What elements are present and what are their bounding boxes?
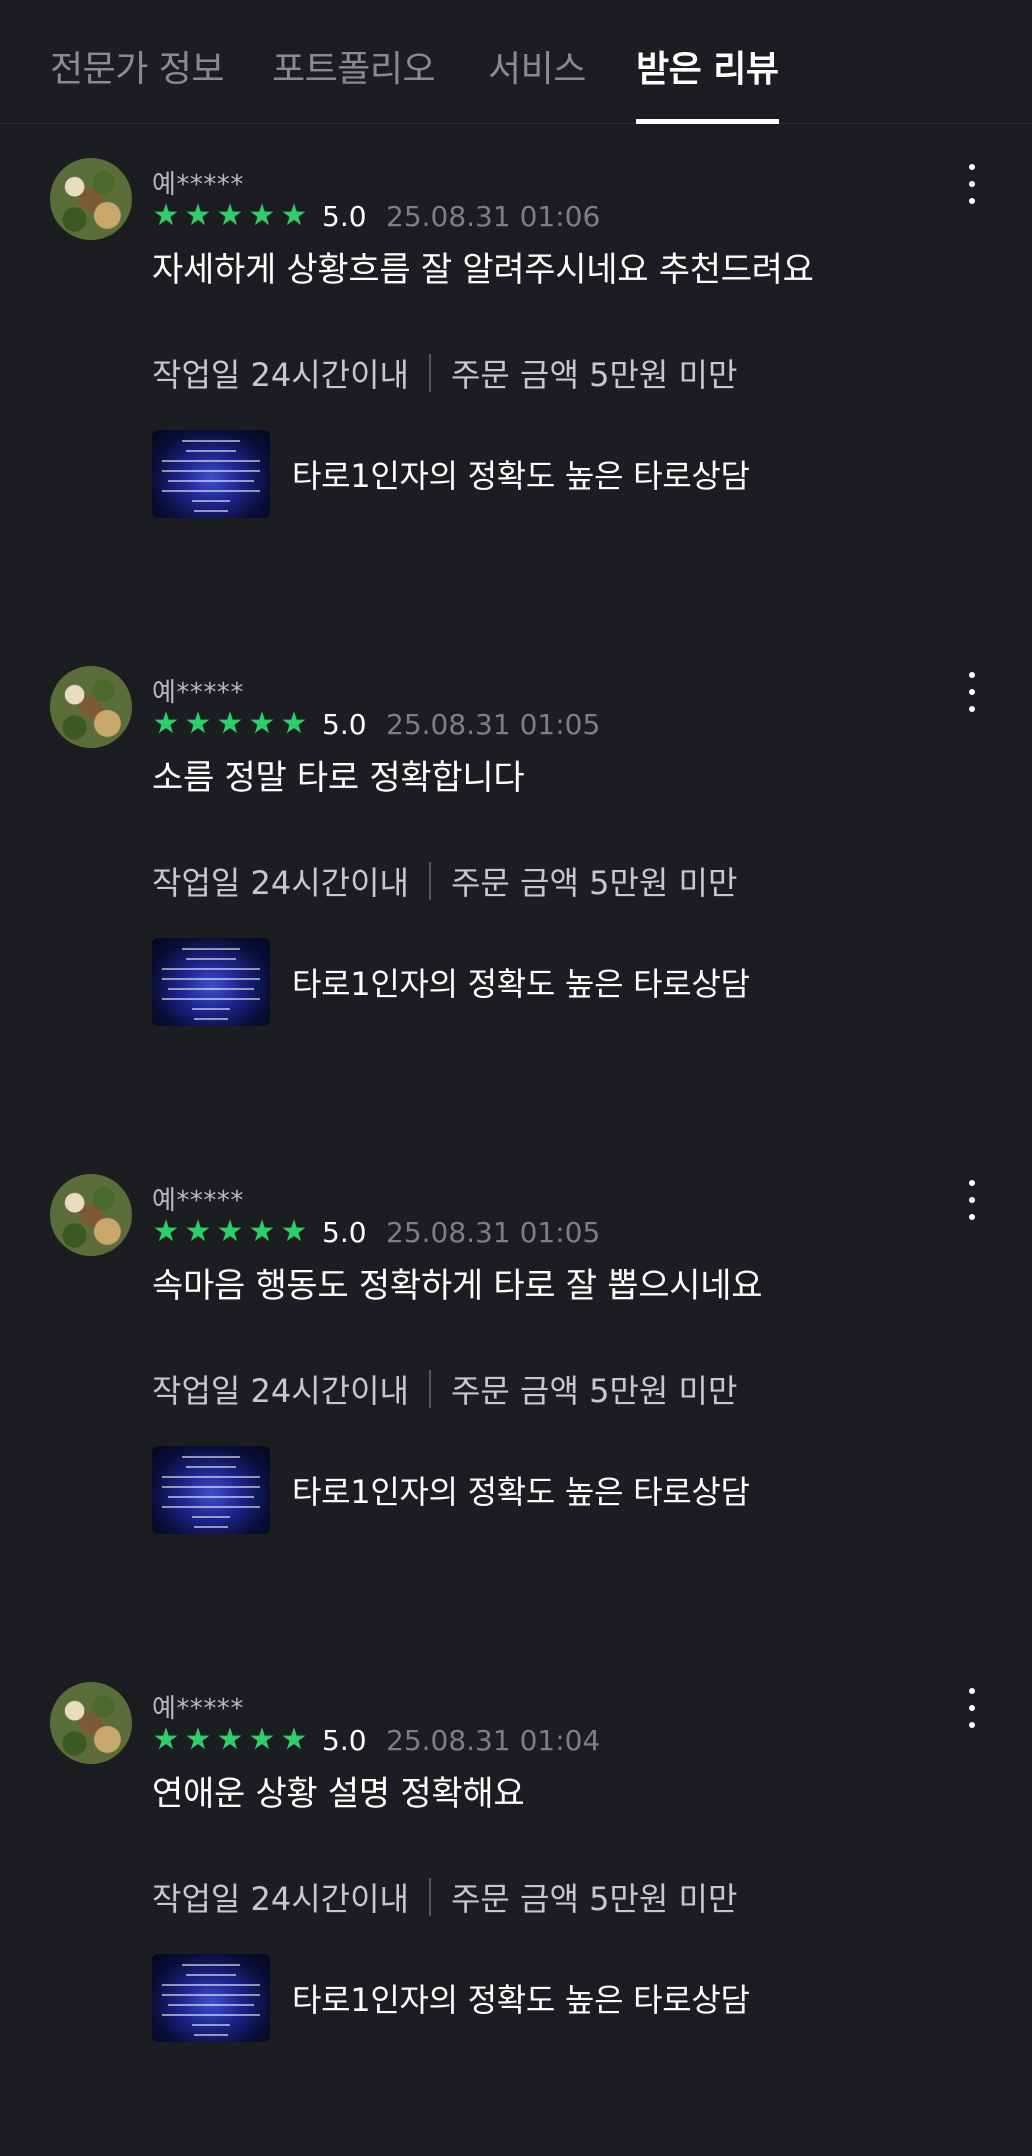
- service-title: 타로1인자의 정확도 높은 타로상담: [292, 1981, 750, 2019]
- review-item: 예***** ★ ★ ★ ★ ★ 5.0 25.08.31 01:04 연애운 상황 설…: [0, 1648, 1032, 2156]
- review-date: 25.08.31 01:04: [386, 1724, 601, 1757]
- star-rating: ★ ★ ★ ★ ★: [152, 706, 308, 741]
- star-icon: ★: [152, 198, 180, 233]
- service-thumbnail: [152, 938, 270, 1026]
- service-thumbnail: [152, 1446, 270, 1534]
- more-options-icon[interactable]: [960, 164, 984, 204]
- tab-expert-info[interactable]: 전문가 정보: [50, 40, 225, 124]
- service-link[interactable]: 타로1인자의 정확도 높은 타로상담: [152, 1446, 750, 1534]
- service-thumbnail: [152, 1954, 270, 2042]
- tab-received-reviews[interactable]: 받은 리뷰: [636, 40, 779, 124]
- service-title: 타로1인자의 정확도 높은 타로상담: [292, 457, 750, 495]
- star-icon: ★: [184, 1214, 212, 1249]
- rating-score: 5.0: [322, 1216, 367, 1249]
- star-icon: ★: [152, 706, 180, 741]
- star-icon: ★: [184, 1722, 212, 1757]
- divider: [428, 862, 431, 900]
- star-rating: ★ ★ ★ ★ ★: [152, 198, 308, 233]
- work-period: 작업일 24시간이내: [152, 1880, 409, 1918]
- more-options-icon[interactable]: [960, 1180, 984, 1220]
- avatar[interactable]: [50, 158, 132, 240]
- star-rating: ★ ★ ★ ★ ★: [152, 1722, 308, 1757]
- star-icon: ★: [248, 1722, 276, 1757]
- star-icon: ★: [248, 706, 276, 741]
- service-link[interactable]: 타로1인자의 정확도 높은 타로상담: [152, 430, 750, 518]
- divider: [428, 1878, 431, 1916]
- star-icon: ★: [152, 1214, 180, 1249]
- star-icon: ★: [216, 1722, 244, 1757]
- order-amount: 주문 금액 5만원 미만: [450, 864, 738, 902]
- review-item: 예***** ★ ★ ★ ★ ★ 5.0 25.08.31 01:05 소름 정말 타로…: [0, 632, 1032, 1140]
- rating-score: 5.0: [322, 1724, 367, 1757]
- order-meta: 작업일 24시간이내 주문 금액 5만원 미만: [152, 1366, 737, 1412]
- order-amount: 주문 금액 5만원 미만: [450, 356, 738, 394]
- star-icon: ★: [280, 706, 308, 741]
- rating-score: 5.0: [322, 708, 367, 741]
- review-date: 25.08.31 01:06: [386, 200, 601, 233]
- service-title: 타로1인자의 정확도 높은 타로상담: [292, 1473, 750, 1511]
- tab-bar: 전문가 정보 포트폴리오 서비스 받은 리뷰: [0, 0, 1032, 124]
- work-period: 작업일 24시간이내: [152, 356, 409, 394]
- star-icon: ★: [248, 1214, 276, 1249]
- star-icon: ★: [184, 198, 212, 233]
- rating-score: 5.0: [322, 200, 367, 233]
- avatar[interactable]: [50, 666, 132, 748]
- star-icon: ★: [248, 198, 276, 233]
- star-icon: ★: [152, 1722, 180, 1757]
- star-icon: ★: [280, 1722, 308, 1757]
- divider: [428, 354, 431, 392]
- more-options-icon[interactable]: [960, 672, 984, 712]
- service-link[interactable]: 타로1인자의 정확도 높은 타로상담: [152, 938, 750, 1026]
- star-icon: ★: [280, 198, 308, 233]
- tab-services[interactable]: 서비스: [488, 40, 586, 124]
- review-text: 자세하게 상황흐름 잘 알려주시네요 추천드려요: [152, 250, 814, 290]
- avatar[interactable]: [50, 1174, 132, 1256]
- reviewer-username: 예*****: [152, 678, 244, 708]
- work-period: 작업일 24시간이내: [152, 864, 409, 902]
- order-amount: 주문 금액 5만원 미만: [450, 1372, 738, 1410]
- service-title: 타로1인자의 정확도 높은 타로상담: [292, 965, 750, 1003]
- star-rating: ★ ★ ★ ★ ★: [152, 1214, 308, 1249]
- order-meta: 작업일 24시간이내 주문 금액 5만원 미만: [152, 858, 737, 904]
- order-meta: 작업일 24시간이내 주문 금액 5만원 미만: [152, 1874, 737, 1920]
- order-amount: 주문 금액 5만원 미만: [450, 1880, 738, 1918]
- reviewer-username: 예*****: [152, 1186, 244, 1216]
- more-options-icon[interactable]: [960, 1688, 984, 1728]
- review-date: 25.08.31 01:05: [386, 708, 601, 741]
- star-icon: ★: [280, 1214, 308, 1249]
- reviewer-username: 예*****: [152, 1694, 244, 1724]
- star-icon: ★: [216, 198, 244, 233]
- service-link[interactable]: 타로1인자의 정확도 높은 타로상담: [152, 1954, 750, 2042]
- star-icon: ★: [216, 1214, 244, 1249]
- divider: [428, 1370, 431, 1408]
- review-text: 속마음 행동도 정확하게 타로 잘 뽑으시네요: [152, 1266, 763, 1306]
- review-item: 예***** ★ ★ ★ ★ ★ 5.0 25.08.31 01:06 자세하게 상황흐…: [0, 124, 1032, 632]
- avatar[interactable]: [50, 1682, 132, 1764]
- review-date: 25.08.31 01:05: [386, 1216, 601, 1249]
- order-meta: 작업일 24시간이내 주문 금액 5만원 미만: [152, 350, 737, 396]
- reviewer-username: 예*****: [152, 170, 244, 200]
- service-thumbnail: [152, 430, 270, 518]
- star-icon: ★: [216, 706, 244, 741]
- review-text: 연애운 상황 설명 정확해요: [152, 1774, 525, 1814]
- star-icon: ★: [184, 706, 212, 741]
- review-text: 소름 정말 타로 정확합니다: [152, 758, 525, 798]
- review-item: 예***** ★ ★ ★ ★ ★ 5.0 25.08.31 01:05 속마음 행동도 …: [0, 1140, 1032, 1648]
- tab-portfolio[interactable]: 포트폴리오: [272, 40, 436, 124]
- work-period: 작업일 24시간이내: [152, 1372, 409, 1410]
